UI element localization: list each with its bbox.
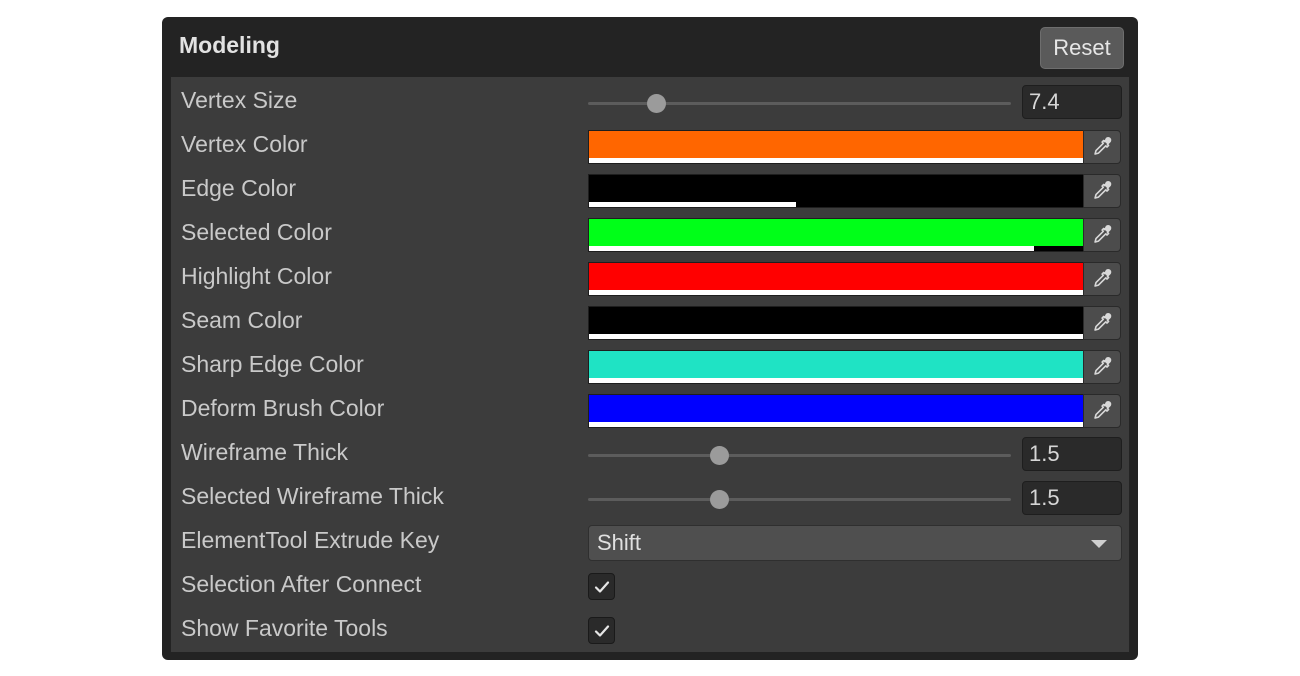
elementtool-extrude-key-dropdown[interactable]: Shift	[588, 525, 1122, 561]
selected-color-picker-button[interactable]	[1083, 218, 1121, 252]
label-deform-brush-color: Deform Brush Color	[181, 395, 385, 421]
eyedropper-icon	[1091, 356, 1113, 378]
label-highlight-color: Highlight Color	[181, 263, 332, 289]
selected-color-swatch[interactable]	[588, 218, 1084, 252]
color-swatch	[589, 219, 1083, 246]
row-highlight-color: Highlight Color	[171, 256, 1129, 300]
label-vertex-color: Vertex Color	[181, 131, 308, 157]
color-swatch	[589, 395, 1083, 422]
row-edge-color: Edge Color	[171, 168, 1129, 212]
alpha-bar	[589, 246, 1083, 251]
wireframe-thick-slider[interactable]	[588, 446, 1011, 465]
color-swatch	[589, 131, 1083, 158]
settings-list: Vertex Size 7.4 Vertex Color Edge Color Sele…	[171, 77, 1129, 652]
label-edge-color: Edge Color	[181, 175, 297, 201]
edge-color-swatch[interactable]	[588, 174, 1084, 208]
row-deform-brush-color: Deform Brush Color	[171, 388, 1129, 432]
selected-wireframe-thick-slider[interactable]	[588, 490, 1011, 509]
selected-wireframe-thick-slider-thumb[interactable]	[710, 490, 730, 509]
panel-header: Modeling Reset	[162, 17, 1138, 77]
checkmark-icon	[593, 622, 611, 640]
alpha-bar	[589, 290, 1083, 295]
eyedropper-icon	[1091, 224, 1113, 246]
color-swatch	[589, 175, 1083, 202]
vertex-size-slider-thumb[interactable]	[646, 94, 666, 113]
selected-wireframe-thick-field[interactable]: 1.5	[1022, 481, 1122, 515]
row-seam-color: Seam Color	[171, 300, 1129, 344]
label-sharp-edge-color: Sharp Edge Color	[181, 351, 364, 377]
label-wireframe-thick: Wireframe Thick	[181, 439, 348, 465]
label-selected-wireframe-thick: Selected Wireframe Thick	[181, 483, 444, 509]
reset-button[interactable]: Reset	[1040, 27, 1124, 69]
label-seam-color: Seam Color	[181, 307, 303, 333]
row-selected-color: Selected Color	[171, 212, 1129, 256]
vertex-color-swatch[interactable]	[588, 130, 1084, 164]
seam-color-picker-button[interactable]	[1083, 306, 1121, 340]
alpha-fill	[589, 422, 1083, 427]
color-swatch	[589, 263, 1083, 290]
sharp-edge-color-picker-button[interactable]	[1083, 350, 1121, 384]
row-show-favorite-tools: Show Favorite Tools	[171, 608, 1129, 652]
highlight-color-swatch[interactable]	[588, 262, 1084, 296]
eyedropper-icon	[1091, 268, 1113, 290]
alpha-bar	[589, 202, 1083, 207]
alpha-bar	[589, 334, 1083, 339]
alpha-bar	[589, 378, 1083, 383]
vertex-color-picker-button[interactable]	[1083, 130, 1121, 164]
alpha-fill	[589, 290, 1083, 295]
label-selected-color: Selected Color	[181, 219, 332, 245]
chevron-down-icon	[1091, 540, 1107, 548]
seam-color-swatch[interactable]	[588, 306, 1084, 340]
highlight-color-picker-button[interactable]	[1083, 262, 1121, 296]
sharp-edge-color-swatch[interactable]	[588, 350, 1084, 384]
label-selection-after-connect: Selection After Connect	[181, 571, 422, 597]
eyedropper-icon	[1091, 400, 1113, 422]
row-vertex-size: Vertex Size 7.4	[171, 80, 1129, 124]
row-vertex-color: Vertex Color	[171, 124, 1129, 168]
wireframe-thick-slider-thumb[interactable]	[710, 446, 730, 465]
deform-brush-color-swatch[interactable]	[588, 394, 1084, 428]
alpha-fill	[589, 246, 1034, 251]
vertex-size-slider[interactable]	[588, 94, 1011, 113]
label-elementtool-extrude-key: ElementTool Extrude Key	[181, 527, 440, 553]
wireframe-thick-field[interactable]: 1.5	[1022, 437, 1122, 471]
selection-after-connect-checkbox[interactable]	[588, 573, 615, 600]
alpha-bar	[589, 422, 1083, 427]
row-elementtool-extrude-key: ElementTool Extrude Key Shift	[171, 520, 1129, 564]
row-selection-after-connect: Selection After Connect	[171, 564, 1129, 608]
eyedropper-icon	[1091, 136, 1113, 158]
dropdown-value: Shift	[597, 530, 642, 555]
show-favorite-tools-checkbox[interactable]	[588, 617, 615, 644]
modeling-panel: Modeling Reset Vertex Size 7.4 Vertex Colo…	[162, 17, 1138, 660]
eyedropper-icon	[1091, 312, 1113, 334]
row-wireframe-thick: Wireframe Thick 1.5	[171, 432, 1129, 476]
alpha-fill	[589, 158, 1083, 163]
row-sharp-edge-color: Sharp Edge Color	[171, 344, 1129, 388]
alpha-fill	[589, 202, 797, 207]
checkmark-icon	[593, 578, 611, 596]
vertex-size-field[interactable]: 7.4	[1022, 85, 1122, 119]
edge-color-picker-button[interactable]	[1083, 174, 1121, 208]
label-vertex-size: Vertex Size	[181, 87, 298, 113]
label-show-favorite-tools: Show Favorite Tools	[181, 615, 388, 641]
color-swatch	[589, 351, 1083, 378]
alpha-fill	[589, 334, 1083, 339]
alpha-bar	[589, 158, 1083, 163]
eyedropper-icon	[1091, 180, 1113, 202]
deform-brush-color-picker-button[interactable]	[1083, 394, 1121, 428]
row-selected-wireframe-thick: Selected Wireframe Thick 1.5	[171, 476, 1129, 520]
alpha-fill	[589, 378, 1083, 383]
color-swatch	[589, 307, 1083, 334]
panel-title: Modeling	[179, 32, 280, 58]
